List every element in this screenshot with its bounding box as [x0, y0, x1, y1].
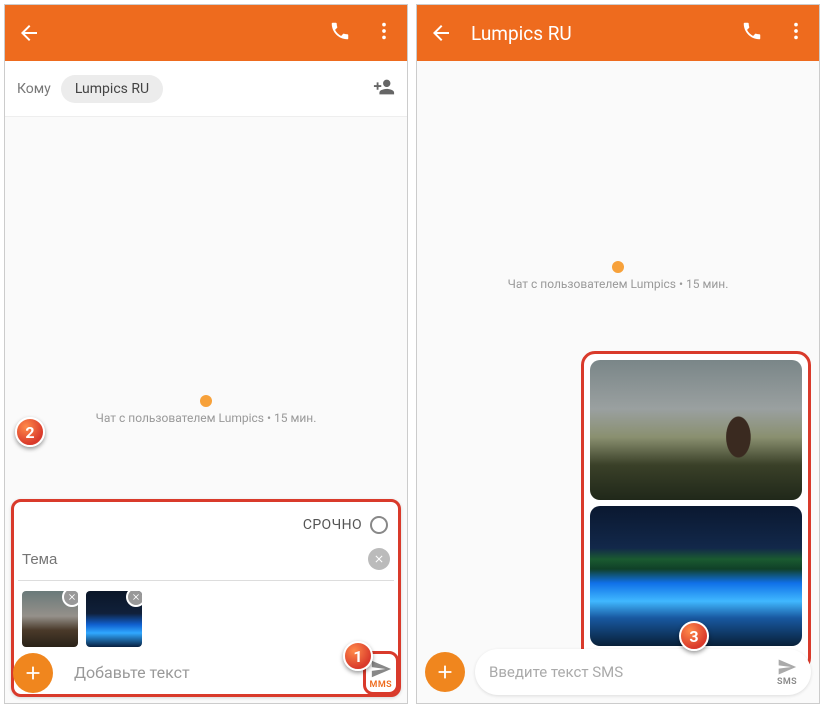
message-placeholder: Введите текст SMS [489, 663, 767, 681]
header-title: Lumpics RU [471, 22, 741, 45]
more-menu-icon[interactable] [373, 20, 395, 46]
send-mms-button[interactable]: MMS [370, 658, 392, 690]
clear-subject-icon[interactable] [368, 548, 390, 570]
conversation-area: Чат с пользователем Lumpics • 15 мин. СР… [5, 117, 407, 703]
send-sms-button[interactable]: SMS [777, 657, 797, 687]
phone-right-sent: Lumpics RU Чат с пользователем Lumpics •… [416, 4, 820, 704]
back-arrow-icon[interactable] [429, 21, 453, 45]
compose-card-highlight: СРОЧНО [11, 499, 401, 697]
add-attachment-button[interactable] [425, 652, 465, 692]
back-arrow-icon[interactable] [17, 21, 41, 45]
message-input-pill[interactable]: Введите текст SMS SMS [475, 649, 811, 695]
add-attachment-button[interactable] [13, 653, 53, 693]
call-icon[interactable] [329, 20, 351, 46]
subject-row [18, 542, 394, 581]
attachments-row [18, 581, 394, 651]
recipient-chip[interactable]: Lumpics RU [61, 75, 163, 103]
remove-attachment-icon[interactable] [62, 591, 78, 607]
remove-attachment-icon[interactable] [126, 591, 142, 607]
input-bar: Введите текст SMS SMS [425, 649, 811, 695]
recipient-row: Кому Lumpics RU [5, 61, 407, 117]
compose-text-row: Добавьте текст MMS [18, 651, 394, 690]
app-header [5, 5, 407, 61]
attachment-thumb-1[interactable] [22, 591, 78, 647]
divider-dot-icon [200, 395, 212, 407]
step-badge-1: 1 [343, 641, 373, 671]
add-people-icon[interactable] [373, 76, 395, 102]
divider-text: Чат с пользователем Lumpics • 15 мин. [417, 277, 819, 291]
divider-text: Чат с пользователем Lumpics • 15 мин. [5, 411, 407, 425]
app-header: Lumpics RU [417, 5, 819, 61]
recipient-label: Кому [17, 81, 51, 97]
send-label: SMS [777, 677, 797, 687]
step-badge-3: 3 [679, 621, 709, 651]
mms-image-1[interactable] [590, 360, 802, 500]
call-icon[interactable] [741, 20, 763, 46]
step-badge-2: 2 [15, 417, 45, 447]
urgent-radio-icon[interactable] [370, 516, 388, 534]
phone-left-compose: Кому Lumpics RU Чат с пользователем Lump… [4, 4, 408, 704]
compose-container: СРОЧНО [11, 499, 401, 697]
divider-dot-icon [612, 261, 624, 273]
attachment-thumb-2[interactable] [86, 591, 142, 647]
urgent-label: СРОЧНО [303, 517, 362, 533]
subject-input[interactable] [22, 551, 368, 568]
urgent-row[interactable]: СРОЧНО [18, 506, 394, 542]
conversation-area: Чат с пользователем Lumpics • 15 мин. От… [417, 61, 819, 703]
send-label: MMS [370, 680, 392, 690]
more-menu-icon[interactable] [785, 20, 807, 46]
message-input[interactable]: Добавьте текст [74, 663, 388, 682]
